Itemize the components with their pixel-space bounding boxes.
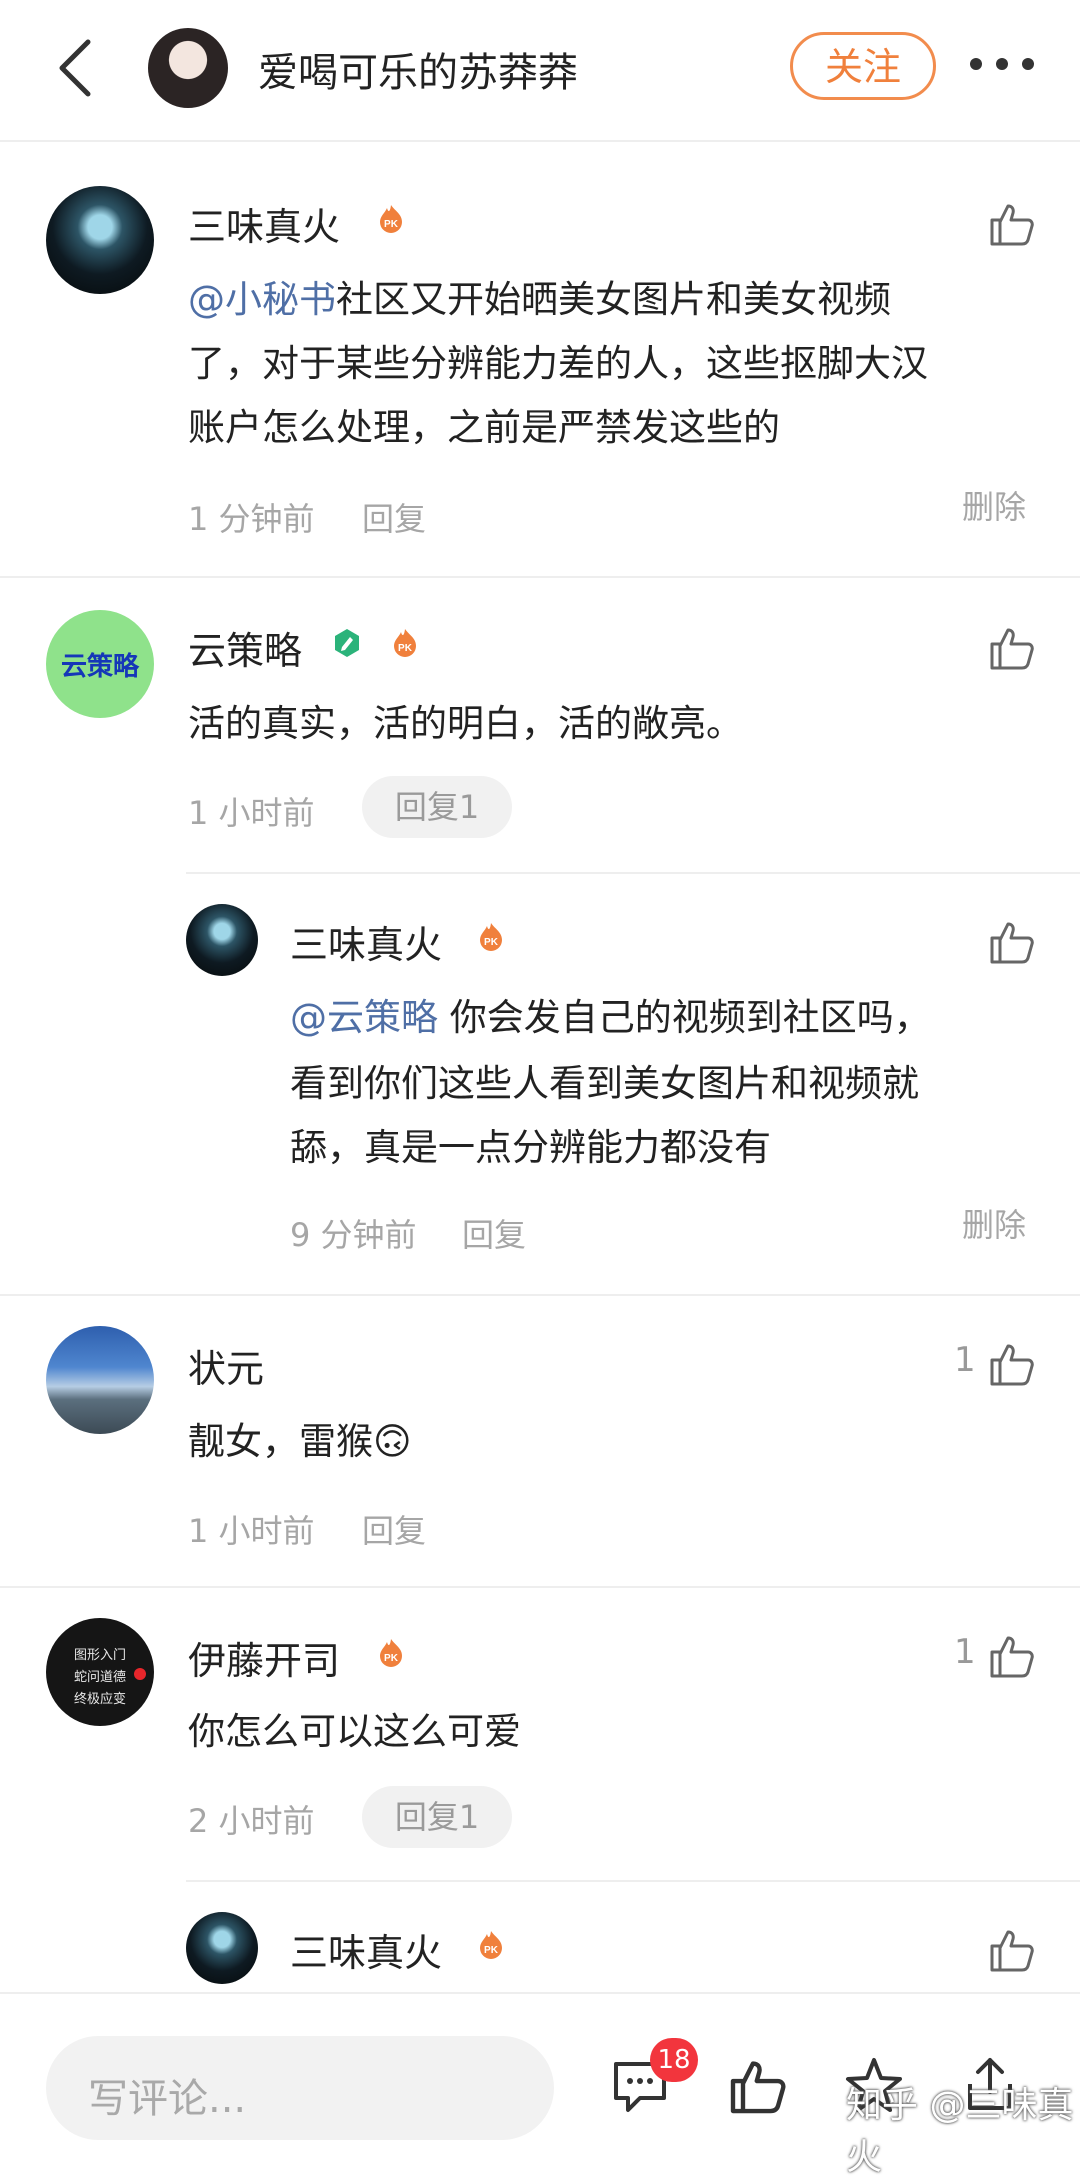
comment-username[interactable]: 三味真火	[290, 914, 442, 969]
comment-username[interactable]: 三味真火	[290, 1922, 442, 1977]
mention-link[interactable]: @云策略	[290, 996, 438, 1039]
like-count: 1	[954, 1340, 976, 1380]
top-bar: 爱喝可乐的苏莽莽 关注	[0, 0, 1080, 142]
verified-badge-icon	[335, 629, 359, 657]
pk-badge-icon: PK	[480, 923, 502, 951]
delete-button[interactable]: 删除	[962, 482, 1026, 528]
like-icon[interactable]	[728, 2056, 788, 2116]
comment-text: 活的真实，活的明白，活的敞亮。	[188, 702, 743, 745]
mention-link[interactable]: @小秘书	[188, 278, 336, 321]
avatar[interactable]	[186, 904, 258, 976]
comment-time: 1 分钟前	[188, 500, 315, 538]
avatar[interactable]	[186, 1912, 258, 1984]
svg-text:PK: PK	[384, 1653, 399, 1664]
comment-time: 2 小时前	[188, 1802, 315, 1840]
like-icon[interactable]	[988, 1632, 1036, 1680]
comment-time: 1 小时前	[188, 1512, 315, 1550]
divider	[0, 1586, 1080, 1588]
pk-badge-icon: PK	[480, 1931, 502, 1959]
more-options-icon[interactable]	[968, 52, 1036, 76]
comment-text: @云策略 你会发自己的视频到社区吗，	[290, 996, 931, 1039]
comment-time: 1 小时前	[188, 794, 315, 832]
delete-button[interactable]: 删除	[962, 1200, 1026, 1246]
comment-username[interactable]: 云策略	[188, 620, 302, 675]
comment-input-placeholder: 写评论...	[88, 2076, 247, 2122]
watermark: 知乎 @三味真火	[846, 2085, 1074, 2178]
comment-text: 你怎么可以这么可爱	[188, 1710, 521, 1753]
like-icon[interactable]	[988, 624, 1036, 672]
avatar[interactable]: 图形入门 蛇问道德 终极应变	[46, 1618, 154, 1726]
like-icon[interactable]	[988, 918, 1036, 966]
like-count: 1	[954, 1632, 976, 1672]
bottom-action-bar: 写评论... 18 知乎 @三味真火	[0, 1992, 1080, 2178]
svg-text:PK: PK	[398, 643, 413, 654]
page-title: 爱喝可乐的苏莽莽	[258, 50, 578, 96]
svg-text:PK: PK	[484, 937, 499, 948]
reply-count-button[interactable]: 回复1	[362, 776, 512, 838]
avatar[interactable]	[46, 1326, 154, 1434]
comment-username[interactable]: 状元	[188, 1338, 264, 1393]
comment-text-line: 舔，真是一点分辨能力都没有	[290, 1126, 771, 1169]
avatar[interactable]	[46, 186, 154, 294]
like-icon[interactable]	[988, 1340, 1036, 1388]
reply-button[interactable]: 回复	[362, 1506, 426, 1552]
comment-username[interactable]: 伊藤开司	[188, 1630, 340, 1685]
comment-username[interactable]: 三味真火	[188, 196, 340, 251]
avatar[interactable]: 云策略	[46, 610, 154, 718]
reply-button[interactable]: 回复	[462, 1210, 526, 1256]
divider	[0, 1294, 1080, 1296]
reply-count-button[interactable]: 回复1	[362, 1786, 512, 1848]
svg-text:PK: PK	[484, 1945, 499, 1956]
comment-text: @小秘书社区又开始晒美女图片和美女视频	[188, 278, 891, 321]
comment-text-line: 了，对于某些分辨能力差的人，这些抠脚大汉	[188, 342, 928, 385]
pk-badge-icon: PK	[394, 629, 416, 657]
like-icon[interactable]	[988, 200, 1036, 248]
author-avatar[interactable]	[148, 28, 228, 108]
divider	[186, 1880, 1080, 1882]
back-arrow-icon[interactable]	[48, 36, 108, 100]
divider	[186, 872, 1080, 874]
comment-input[interactable]: 写评论...	[46, 2036, 554, 2140]
reply-button[interactable]: 回复	[362, 494, 426, 540]
follow-button[interactable]: 关注	[790, 32, 936, 100]
pk-badge-icon: PK	[380, 205, 402, 233]
pk-badge-icon: PK	[380, 1639, 402, 1667]
divider	[0, 576, 1080, 578]
svg-text:PK: PK	[384, 219, 399, 230]
comment-text: 靓女，雷猴🙃	[188, 1420, 412, 1463]
comment-count-badge: 18	[650, 2038, 698, 2082]
comment-text-line: 看到你们这些人看到美女图片和视频就	[290, 1062, 919, 1105]
comment-text-line: 账户怎么处理，之前是严禁发这些的	[188, 406, 780, 449]
like-icon[interactable]	[988, 1926, 1036, 1974]
comment-time: 9 分钟前	[290, 1216, 417, 1254]
